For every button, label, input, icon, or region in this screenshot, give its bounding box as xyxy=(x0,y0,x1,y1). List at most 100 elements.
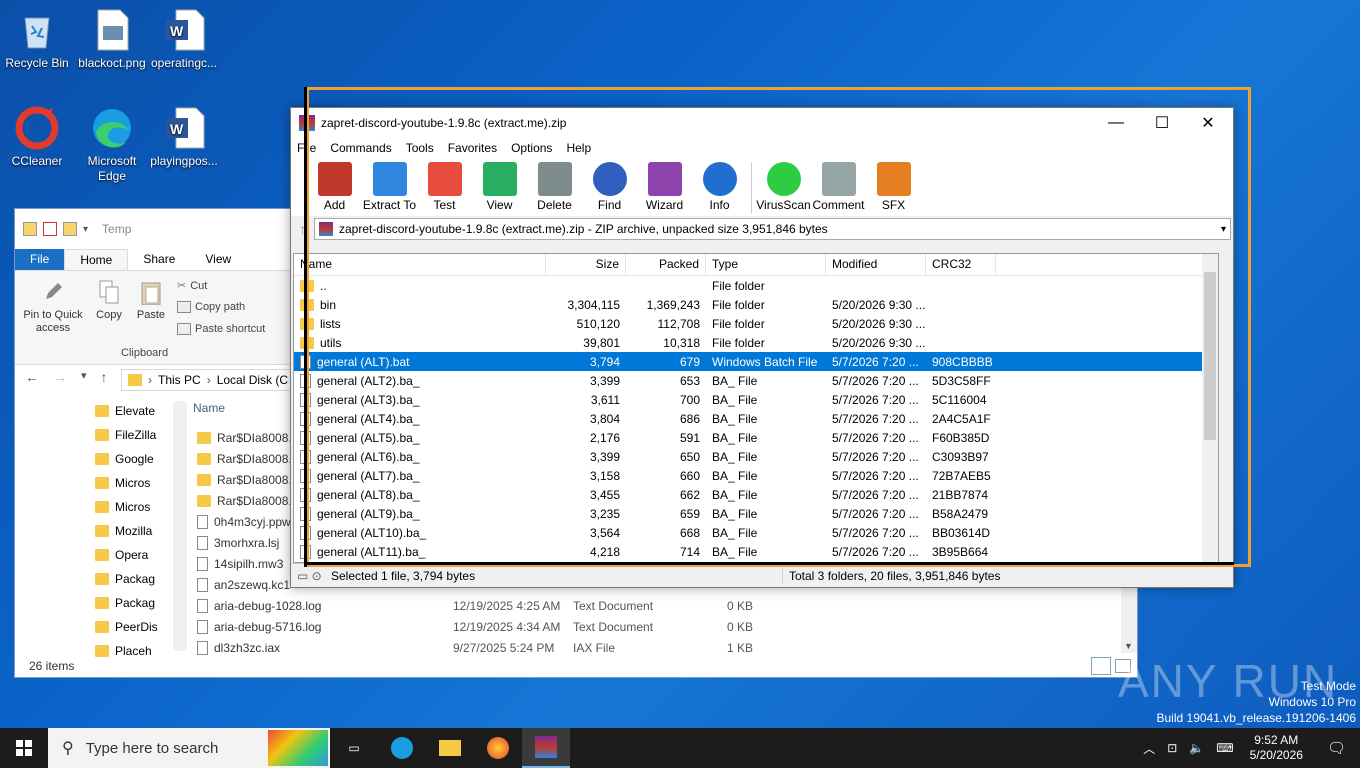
extract-to-button[interactable]: Extract To xyxy=(362,162,417,212)
archive-path-field[interactable]: zapret-discord-youtube-1.9.8c (extract.m… xyxy=(314,218,1231,240)
nav-item[interactable]: Google xyxy=(95,447,175,471)
copy-button[interactable]: Copy xyxy=(91,279,127,321)
add-button[interactable]: Add xyxy=(307,162,362,212)
column-size[interactable]: Size xyxy=(546,254,626,275)
archive-row[interactable]: general (ALT9).ba_ 3,235 659 BA_ File 5/7/20… xyxy=(294,504,1218,523)
nav-item[interactable]: Opera xyxy=(95,543,175,567)
desktop-icon-edge[interactable]: Microsoft Edge xyxy=(76,106,148,184)
details-view-icon[interactable] xyxy=(1091,657,1111,675)
paste-button[interactable]: Paste xyxy=(133,279,169,321)
menu-commands[interactable]: Commands xyxy=(330,141,391,155)
find-button[interactable]: Find xyxy=(582,162,637,212)
nav-item[interactable]: Elevate xyxy=(95,399,175,423)
volume-icon[interactable]: 🔈 xyxy=(1183,741,1210,755)
scrollbar-thumb[interactable] xyxy=(1204,272,1216,440)
column-header-name[interactable]: Name xyxy=(193,401,225,415)
archive-row[interactable]: general (ALT7).ba_ 3,158 660 BA_ File 5/7/20… xyxy=(294,466,1218,485)
notifications-icon[interactable]: 🗨 xyxy=(1313,739,1360,757)
tab-file[interactable]: File xyxy=(15,249,65,270)
nav-item[interactable]: FileZilla xyxy=(95,423,175,447)
menu-help[interactable]: Help xyxy=(566,141,591,155)
up-arrow-icon[interactable]: ↑ xyxy=(101,369,108,385)
tray-chevron-icon[interactable]: ︿ xyxy=(1137,740,1161,757)
pin-quick-access-button[interactable]: Pin to Quick access xyxy=(21,279,85,335)
menu-options[interactable]: Options xyxy=(511,141,552,155)
column-name[interactable]: Name xyxy=(294,254,546,275)
table-row[interactable]: aria-debug-1028.log 12/19/2025 4:25 AM Tex… xyxy=(191,595,1139,616)
archive-row[interactable]: .. File folder xyxy=(294,276,1218,295)
column-packed[interactable]: Packed xyxy=(626,254,706,275)
archive-row[interactable]: general (ALT2).ba_ 3,399 653 BA_ File 5/7/20… xyxy=(294,371,1218,390)
tab-view[interactable]: View xyxy=(190,249,246,270)
firefox-taskbar-button[interactable] xyxy=(474,728,522,768)
copy-path-button[interactable]: Copy path xyxy=(177,301,245,313)
nav-item[interactable]: PeerDis xyxy=(95,615,175,639)
properties-icon[interactable] xyxy=(43,222,57,236)
nav-item[interactable]: Packag xyxy=(95,567,175,591)
desktop-icon-playingpos[interactable]: W playingpos... xyxy=(148,106,220,169)
archive-row[interactable]: general (ALT3).ba_ 3,611 700 BA_ File 5/7/20… xyxy=(294,390,1218,409)
archive-row[interactable]: utils 39,801 10,318 File folder 5/20/2026 9:… xyxy=(294,333,1218,352)
archive-row[interactable]: general (ALT5).ba_ 2,176 591 BA_ File 5/7/20… xyxy=(294,428,1218,447)
start-button[interactable] xyxy=(0,728,48,768)
tab-home[interactable]: Home xyxy=(64,249,129,270)
tab-share[interactable]: Share xyxy=(128,249,190,270)
path-dropdown-icon[interactable]: ▾ xyxy=(1221,224,1226,235)
delete-button[interactable]: Delete xyxy=(527,162,582,212)
scroll-down-icon[interactable]: ▼ xyxy=(1124,641,1133,651)
desktop-icon-ccleaner[interactable]: CCleaner xyxy=(1,106,73,169)
menu-favorites[interactable]: Favorites xyxy=(448,141,497,155)
archive-row[interactable]: lists 510,120 112,708 File folder 5/20/2026 … xyxy=(294,314,1218,333)
close-button[interactable]: ✕ xyxy=(1185,108,1231,138)
view-button[interactable]: View xyxy=(472,162,527,212)
clock[interactable]: 9:52 AM 5/20/2026 xyxy=(1240,733,1313,763)
archive-row[interactable]: general (ALT10).ba_ 3,564 668 BA_ File 5/7/2… xyxy=(294,523,1218,542)
desktop-icon-blackoct[interactable]: blackoct.png xyxy=(76,8,148,71)
new-folder-icon[interactable] xyxy=(63,222,77,236)
desktop-icon-recycle-bin[interactable]: Recycle Bin xyxy=(1,8,73,71)
virusscan-button[interactable]: VirusScan xyxy=(756,162,811,212)
test-button[interactable]: Test xyxy=(417,162,472,212)
cut-button[interactable]: ✂ Cut xyxy=(177,279,207,293)
column-crc32[interactable]: CRC32 xyxy=(926,254,996,275)
archive-row[interactable]: bin 3,304,115 1,369,243 File folder 5/20/202… xyxy=(294,295,1218,314)
archive-row[interactable]: general (ALT11).ba_ 4,218 714 BA_ File 5/7/2… xyxy=(294,542,1218,561)
taskbar-search[interactable]: ⚲ Type here to search xyxy=(48,728,330,768)
table-row[interactable]: dl3zh3zc.iax 9/27/2025 5:24 PM IAX File 1 K… xyxy=(191,637,1139,658)
back-arrow-icon[interactable]: ← xyxy=(25,369,39,385)
menu-tools[interactable]: Tools xyxy=(406,141,434,155)
info-button[interactable]: Info xyxy=(692,162,747,212)
explorer-taskbar-button[interactable] xyxy=(426,728,474,768)
sfx-button[interactable]: SFX xyxy=(866,162,921,212)
nav-item[interactable]: Mozilla xyxy=(95,519,175,543)
recent-dropdown-icon[interactable]: ▾ xyxy=(81,369,87,385)
paste-shortcut-button[interactable]: Paste shortcut xyxy=(177,323,265,335)
archive-scrollbar[interactable] xyxy=(1202,254,1218,562)
archive-row[interactable]: general (ALT).bat 3,794 679 Windows Batch F… xyxy=(294,352,1218,371)
quick-access-dropdown-icon[interactable]: ▾ xyxy=(83,224,88,235)
wizard-button[interactable]: Wizard xyxy=(637,162,692,212)
archive-row[interactable]: general (ALT6).ba_ 3,399 650 BA_ File 5/7/20… xyxy=(294,447,1218,466)
table-row[interactable]: aria-debug-5716.log 12/19/2025 4:34 AM Tex… xyxy=(191,616,1139,637)
nav-scrollbar[interactable] xyxy=(173,401,187,651)
task-view-button[interactable]: ▭ xyxy=(330,728,378,768)
desktop-icon-operating[interactable]: W operatingc... xyxy=(148,8,220,71)
network-icon[interactable]: ⊡ xyxy=(1161,741,1183,755)
comment-button[interactable]: Comment xyxy=(811,162,866,212)
language-icon[interactable]: ⌨ xyxy=(1210,741,1239,755)
maximize-button[interactable]: ☐ xyxy=(1139,108,1185,138)
nav-item[interactable]: Micros xyxy=(95,471,175,495)
breadcrumb-this-pc[interactable]: This PC xyxy=(158,373,201,387)
edge-taskbar-button[interactable] xyxy=(378,728,426,768)
column-type[interactable]: Type xyxy=(706,254,826,275)
column-modified[interactable]: Modified xyxy=(826,254,926,275)
nav-item[interactable]: Micros xyxy=(95,495,175,519)
archive-row[interactable]: general (ALT4).ba_ 3,804 686 BA_ File 5/7/20… xyxy=(294,409,1218,428)
nav-item[interactable]: Placeh xyxy=(95,639,175,663)
archive-row[interactable]: general (ALT8).ba_ 3,455 662 BA_ File 5/7/20… xyxy=(294,485,1218,504)
winrar-titlebar[interactable]: zapret-discord-youtube-1.9.8c (extract.m… xyxy=(291,108,1233,138)
breadcrumb-local-disk[interactable]: Local Disk (C xyxy=(217,373,288,387)
nav-item[interactable]: Packag xyxy=(95,591,175,615)
forward-arrow-icon[interactable]: → xyxy=(53,369,67,385)
winrar-taskbar-button[interactable] xyxy=(522,728,570,768)
